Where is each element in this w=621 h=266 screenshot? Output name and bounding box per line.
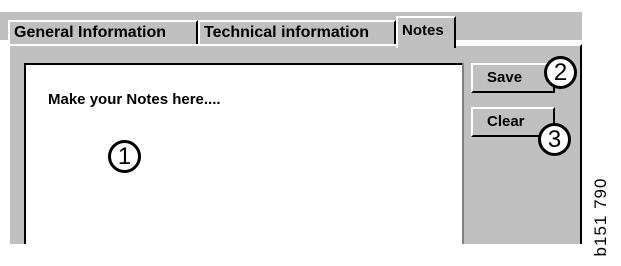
tab-notes-label: Notes — [402, 22, 444, 39]
tab-notes[interactable]: Notes — [396, 16, 456, 48]
tab-technical-information-label: Technical information — [204, 24, 370, 41]
callout-1: 1 — [108, 140, 141, 173]
notes-textarea[interactable]: Make your Notes here.... — [24, 63, 462, 244]
figure-code-text: b151 790 — [591, 177, 610, 257]
tab-technical-information[interactable]: Technical information — [198, 20, 396, 46]
callout-3: 3 — [538, 123, 571, 156]
figure-code: b151 790 — [586, 172, 616, 262]
tab-general-information-label: General Information — [14, 24, 167, 41]
tab-general-information[interactable]: General Information — [8, 20, 198, 46]
panel-divider — [462, 63, 464, 244]
callout-2: 2 — [544, 56, 577, 89]
notes-placeholder-text: Make your Notes here.... — [48, 91, 221, 108]
save-button[interactable]: Save — [471, 63, 555, 93]
